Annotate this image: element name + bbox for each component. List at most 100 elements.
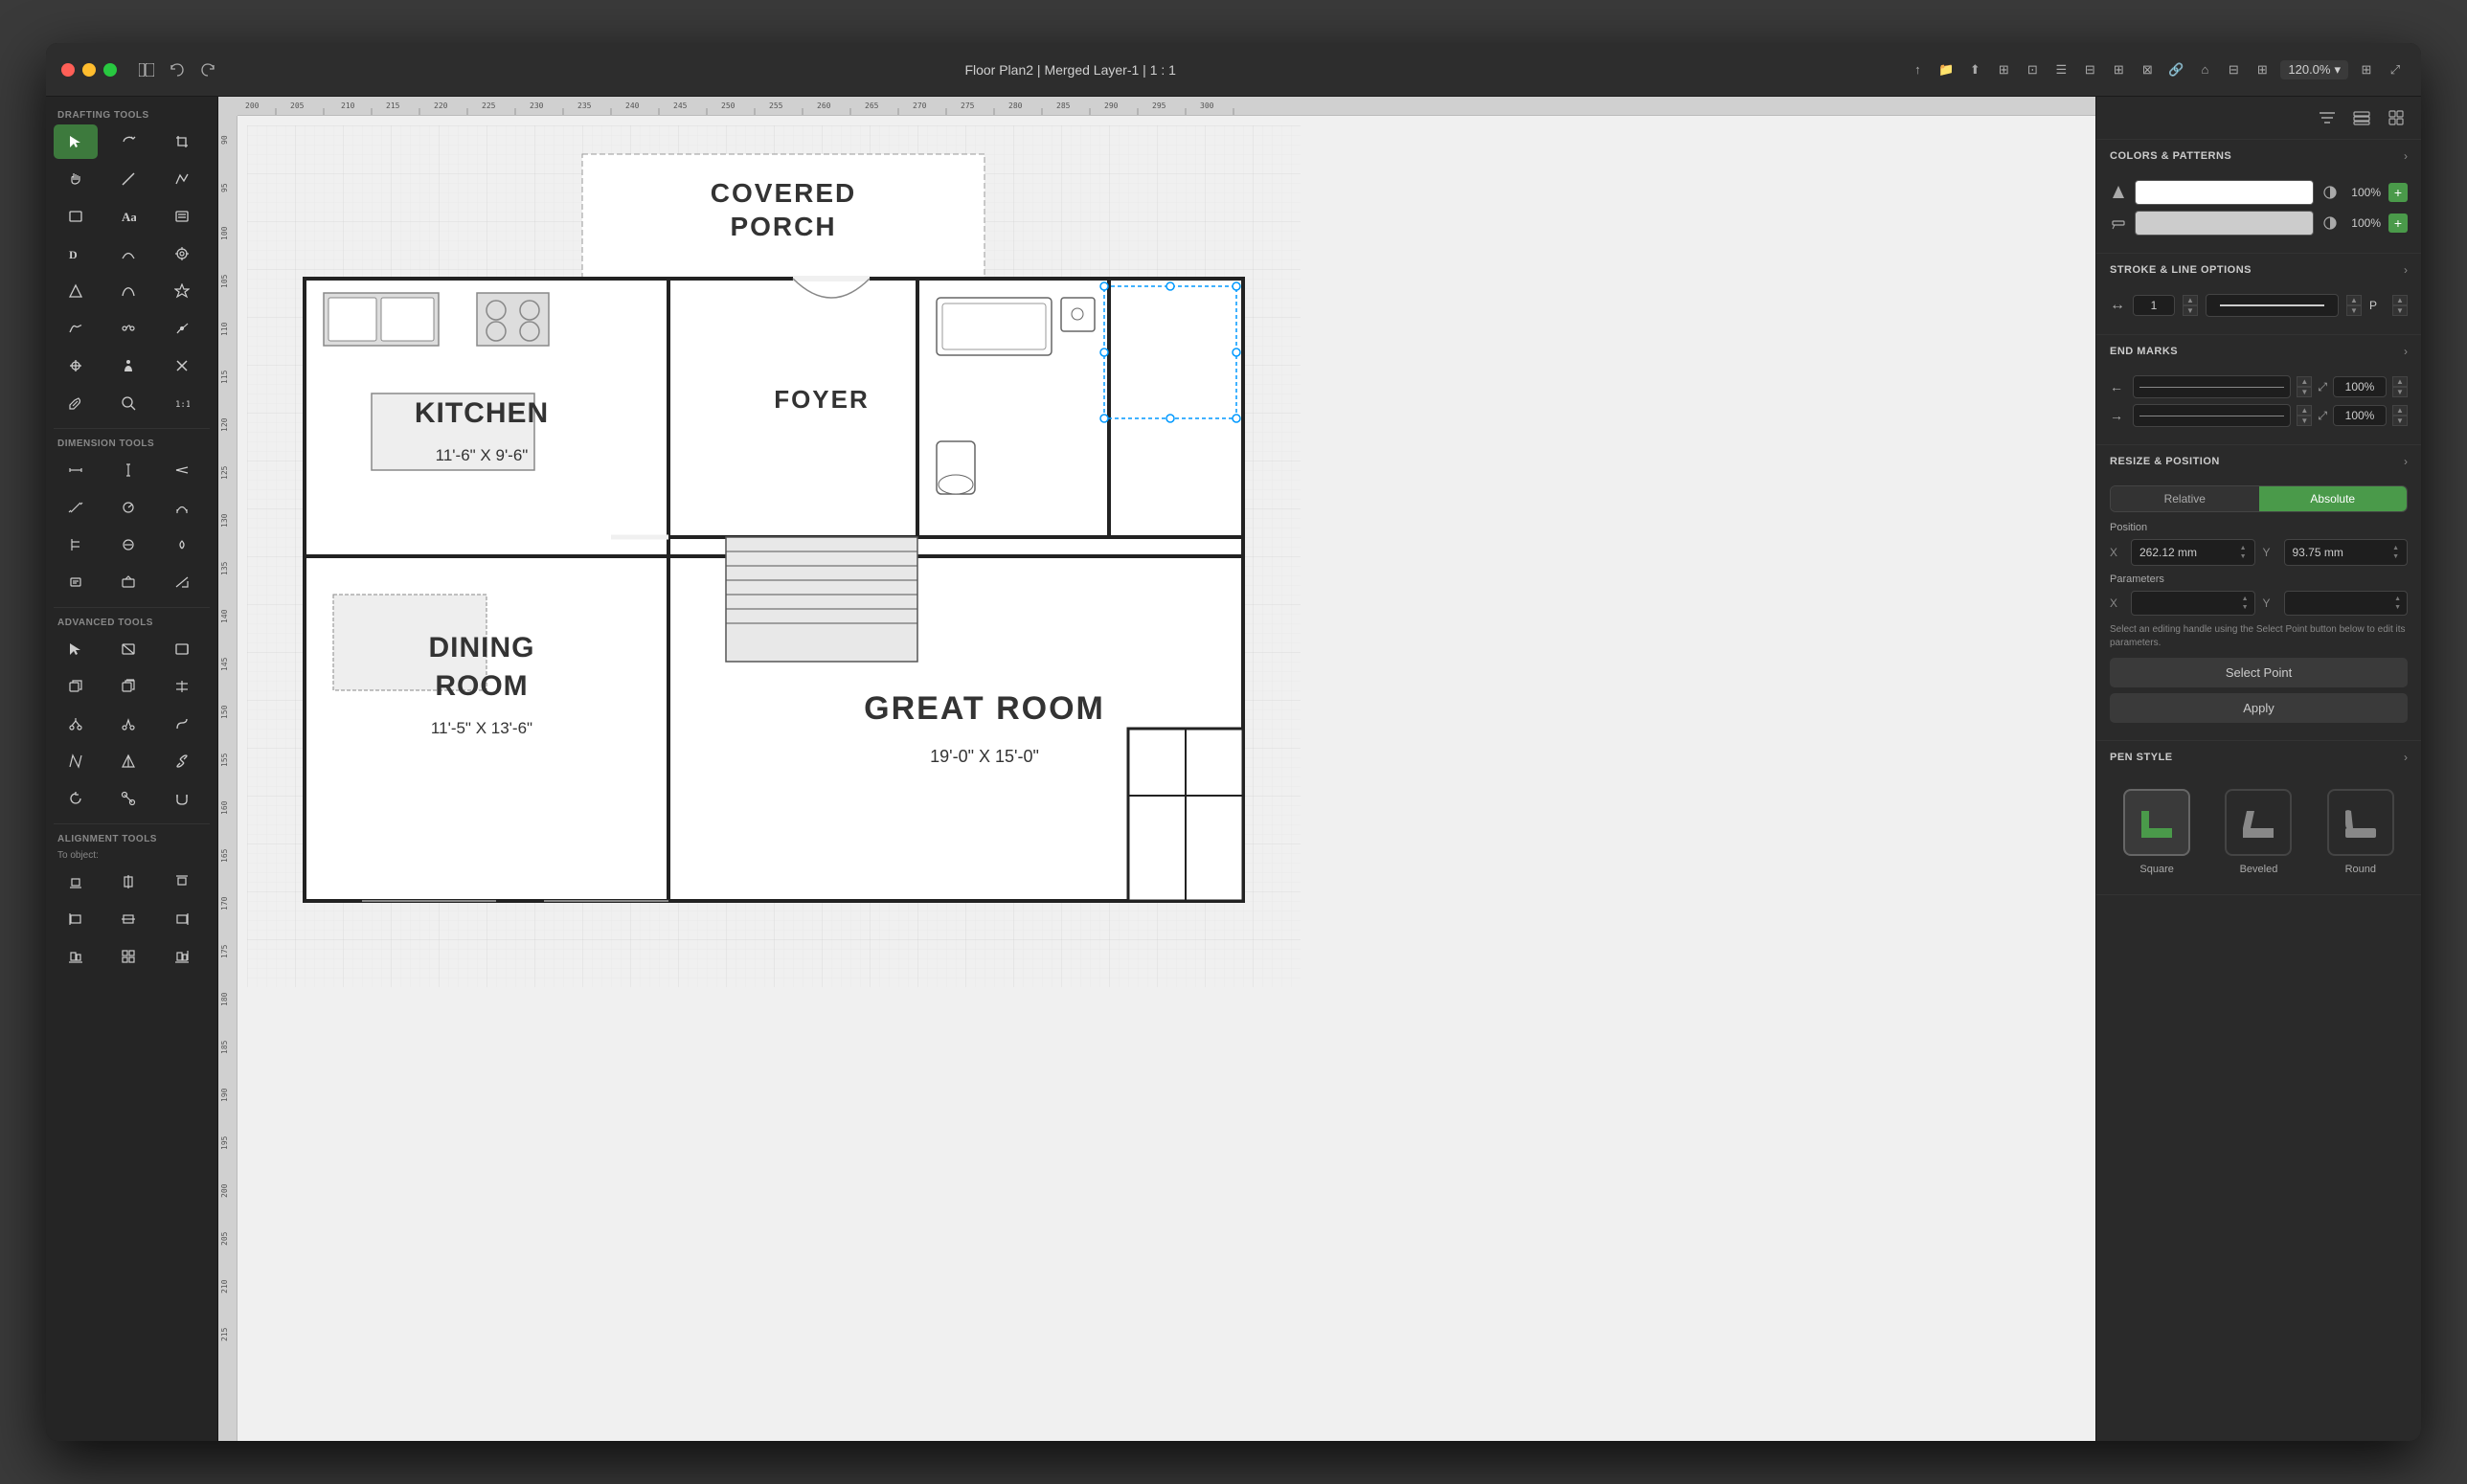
align-left[interactable] [54, 902, 98, 936]
select-tool[interactable] [54, 124, 98, 159]
stroke-down-btn[interactable]: ▼ [2183, 305, 2198, 316]
align-bottom-left[interactable] [54, 939, 98, 974]
bezier-tool[interactable] [106, 274, 150, 308]
y-down-btn[interactable]: ▼ [2392, 552, 2399, 561]
copy-icon[interactable]: ⊞ [1993, 59, 2014, 80]
diameter-dim[interactable] [106, 528, 150, 562]
groups-icon[interactable]: ⊟ [2079, 59, 2100, 80]
stroke-type-up-btn[interactable]: ▲ [2392, 295, 2408, 305]
vert-dim[interactable] [106, 453, 150, 487]
stroke-add-btn[interactable]: + [2388, 214, 2408, 233]
template-icon[interactable]: ⊞ [2252, 59, 2273, 80]
right-em-down[interactable]: ▼ [2297, 416, 2312, 426]
pen-style-square-option[interactable]: Square [2123, 789, 2190, 875]
ratio-tool[interactable]: 1:1 [160, 386, 204, 420]
adv-select[interactable] [54, 632, 98, 666]
target-tool[interactable] [160, 236, 204, 271]
canvas-area[interactable]: 200 205 210 215 220 225 230 235 240 245 … [218, 97, 2095, 1441]
rotate-tool[interactable] [106, 124, 150, 159]
cross-tool[interactable] [160, 349, 204, 383]
freehand-tool[interactable] [54, 311, 98, 346]
stroke-color-swatch[interactable] [2135, 211, 2314, 236]
brush-tool[interactable] [160, 311, 204, 346]
adv-hook[interactable] [160, 707, 204, 741]
slope-dim[interactable] [160, 565, 204, 599]
colors-patterns-header[interactable]: COLORS & PATTERNS › [2096, 140, 2421, 172]
rect-tool[interactable] [54, 199, 98, 234]
line-tool[interactable] [106, 162, 150, 196]
canvas-content[interactable]: COVERED PORCH FOYER KITCHEN 11'-6" X 9'-… [238, 116, 2095, 1441]
stroke-unit-down-btn[interactable]: ▼ [2346, 305, 2362, 316]
adv-copy2[interactable] [106, 669, 150, 704]
polyline-tool[interactable] [160, 162, 204, 196]
left-end-mark-line[interactable] [2133, 375, 2291, 398]
node-tool[interactable] [106, 311, 150, 346]
angle2-dim[interactable] [160, 528, 204, 562]
filter-icon[interactable] [2314, 104, 2341, 131]
param-y-input[interactable]: ▲ ▼ [2284, 591, 2409, 616]
right-scale-down[interactable]: ▼ [2392, 416, 2408, 426]
fill-color-swatch[interactable] [2135, 180, 2314, 205]
home-icon[interactable]: ⌂ [2194, 59, 2215, 80]
para-tool[interactable] [160, 199, 204, 234]
left-scale-up[interactable]: ▲ [2392, 376, 2408, 387]
adv-scissors[interactable] [54, 707, 98, 741]
note-dim[interactable] [54, 565, 98, 599]
arc-tool[interactable] [106, 236, 150, 271]
align-center-h[interactable] [106, 902, 150, 936]
relative-btn[interactable]: Relative [2111, 486, 2259, 511]
align-center-v[interactable] [106, 865, 150, 899]
angle-dim[interactable] [160, 453, 204, 487]
apply-btn[interactable]: Apply [2110, 693, 2408, 723]
plus-tool[interactable] [54, 349, 98, 383]
y-up-btn[interactable]: ▲ [2392, 544, 2399, 552]
left-em-scale[interactable]: 100% [2333, 376, 2387, 397]
fill-add-btn[interactable]: + [2388, 183, 2408, 202]
sidebar-toggle-icon[interactable] [136, 59, 157, 80]
x-up-btn[interactable]: ▲ [2240, 544, 2247, 552]
table-icon[interactable]: ⊞ [2108, 59, 2129, 80]
redo-icon[interactable] [197, 59, 218, 80]
left-scale-down[interactable]: ▼ [2392, 387, 2408, 397]
x-position-input[interactable]: 262.12 mm ▲ ▼ [2131, 539, 2255, 566]
pen-style-round-option[interactable]: Round [2327, 789, 2394, 875]
undo-icon[interactable] [167, 59, 188, 80]
x-down-btn[interactable]: ▼ [2240, 552, 2247, 561]
right-em-up[interactable]: ▲ [2297, 405, 2312, 416]
pen-style-header[interactable]: PEN STYLE › [2096, 741, 2421, 774]
align-bottom-center[interactable] [54, 865, 98, 899]
adv-cut[interactable] [106, 707, 150, 741]
right-end-mark-line[interactable] [2133, 404, 2291, 427]
stroke-unit-up-btn[interactable]: ▲ [2346, 295, 2362, 305]
end-marks-header[interactable]: END MARKS › [2096, 335, 2421, 368]
pages-icon[interactable]: ☰ [2050, 59, 2071, 80]
person-tool[interactable] [106, 349, 150, 383]
adv-bezier[interactable] [54, 744, 98, 778]
left-em-down[interactable]: ▼ [2297, 387, 2312, 397]
adv-copy[interactable] [54, 669, 98, 704]
stroke-line-preview[interactable] [2206, 294, 2339, 317]
align-grid[interactable] [106, 939, 150, 974]
share-icon[interactable]: ⬆ [1964, 59, 1985, 80]
resize-position-header[interactable]: RESIZE & POSITION › [2096, 445, 2421, 478]
left-em-up[interactable]: ▲ [2297, 376, 2312, 387]
align-right[interactable] [160, 902, 204, 936]
ordinate-dim[interactable] [54, 528, 98, 562]
crop-tool[interactable] [160, 124, 204, 159]
link-icon[interactable]: 🔗 [2165, 59, 2186, 80]
minimize-button[interactable] [82, 63, 96, 77]
right-scale-up[interactable]: ▲ [2392, 405, 2408, 416]
zoom-tool[interactable] [106, 386, 150, 420]
radius-dim[interactable] [106, 490, 150, 525]
arc-len-dim[interactable] [160, 490, 204, 525]
align-top-center[interactable] [160, 865, 204, 899]
maximize-button[interactable] [103, 63, 117, 77]
arrange-icon[interactable]: ⊡ [2022, 59, 2043, 80]
pen-style-beveled-option[interactable]: Beveled [2225, 789, 2292, 875]
adv-magnet[interactable] [160, 781, 204, 816]
right-em-scale[interactable]: 100% [2333, 405, 2387, 426]
present-icon[interactable]: ⊞ [2356, 59, 2377, 80]
horiz-dim[interactable] [54, 453, 98, 487]
stroke-value-box[interactable]: 1 [2133, 295, 2175, 316]
adv-nodes[interactable] [106, 781, 150, 816]
